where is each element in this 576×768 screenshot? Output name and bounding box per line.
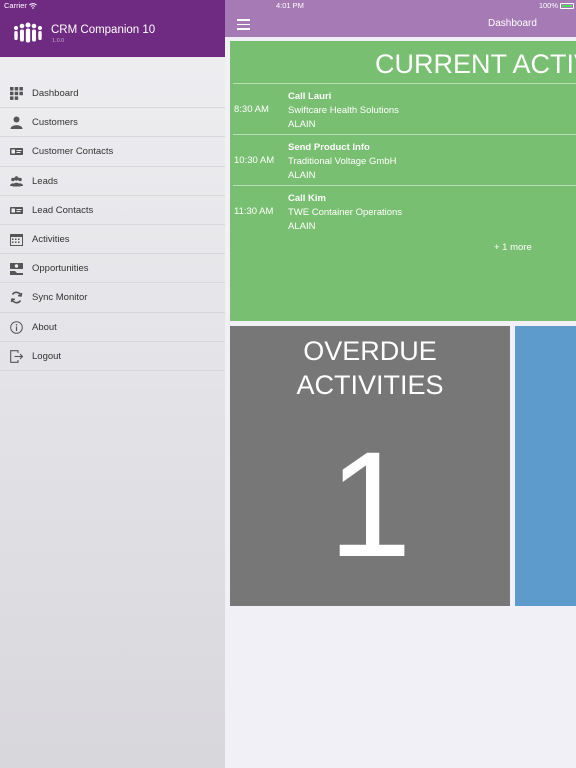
logout-icon <box>10 349 23 363</box>
battery-icon <box>560 2 574 9</box>
sidebar-item-dashboard[interactable]: Dashboard <box>0 79 225 109</box>
sidebar-item-sync-monitor[interactable]: Sync Monitor <box>0 283 225 313</box>
sidebar-item-label: Activities <box>32 233 70 245</box>
activity-title: Call Lauri <box>288 91 332 102</box>
activity-row[interactable]: 10:30 AM Send Product Info Traditional V… <box>233 134 576 185</box>
sidebar-item-leads[interactable]: Leads <box>0 167 225 196</box>
activity-row[interactable]: 8:30 AM Call Lauri Swiftcare Health Solu… <box>233 83 576 134</box>
current-activities-tile[interactable]: CURRENT ACTIVITIES 8:30 AM Call Lauri Sw… <box>230 41 576 321</box>
person-icon <box>10 116 23 130</box>
battery-percent: 100% <box>538 1 558 10</box>
sync-icon <box>10 291 23 304</box>
sidebar-item-label: Customer Contacts <box>32 146 114 158</box>
activity-company: Swiftcare Health Solutions <box>288 105 399 116</box>
sidebar-item-label: Lead Contacts <box>32 204 94 216</box>
status-bar: Carrier 4:01 PM 100% <box>0 0 576 11</box>
carrier-label: Carrier <box>4 1 27 10</box>
overdue-title-line1: OVERDUE <box>303 336 437 366</box>
sidebar-item-customer-contacts[interactable]: Customer Contacts <box>0 137 225 167</box>
activity-company: Traditional Voltage GmbH <box>288 156 397 167</box>
sidebar-item-label: Logout <box>32 350 62 362</box>
page-title: Dashboard <box>488 18 537 29</box>
money-icon <box>10 263 23 276</box>
sidebar-item-label: Opportunities <box>32 263 89 275</box>
activity-user: ALAIN <box>288 221 316 232</box>
sidebar-item-label: Leads <box>32 175 58 187</box>
sidebar: CRM Companion 10 1.0.0 Dashboard Custome… <box>0 0 225 768</box>
info-icon <box>10 320 23 334</box>
sidebar-item-label: About <box>32 321 57 333</box>
contact-card-icon <box>10 206 23 214</box>
sidebar-item-lead-contacts[interactable]: Lead Contacts <box>0 196 225 225</box>
sidebar-menu: Dashboard Customers Customer Contacts Le… <box>0 79 225 371</box>
sidebar-item-about[interactable]: About <box>0 313 225 342</box>
activity-user: ALAIN <box>288 170 316 181</box>
app-title: CRM Companion 10 <box>51 24 156 36</box>
overdue-activities-title: OVERDUE ACTIVITIES <box>230 334 510 402</box>
status-time: 4:01 PM <box>276 1 304 10</box>
activity-title: Call Kim <box>288 193 327 204</box>
hamburger-menu-icon[interactable] <box>237 19 250 30</box>
activity-time: 10:30 AM <box>234 155 275 166</box>
sidebar-item-logout[interactable]: Logout <box>0 342 225 371</box>
activity-time: 11:30 AM <box>234 206 274 217</box>
sidebar-item-label: Dashboard <box>32 88 79 99</box>
sidebar-item-label: Customers <box>32 117 78 129</box>
overdue-count: 1 <box>328 420 412 588</box>
wifi-icon <box>29 2 37 9</box>
current-activities-title: CURRENT ACTIVITIES <box>375 49 576 79</box>
grid-icon <box>10 87 23 100</box>
overdue-title-line2: ACTIVITIES <box>296 370 444 400</box>
calendar-icon <box>10 233 23 246</box>
group-icon <box>10 175 23 187</box>
main-content: Dashboard CURRENT ACTIVITIES 8:30 AM Cal… <box>225 0 576 768</box>
more-activities-link[interactable]: + 1 more <box>494 242 532 253</box>
sidebar-item-activities[interactable]: Activities <box>0 225 225 255</box>
activity-time: 8:30 AM <box>234 104 269 115</box>
battery-indicator: 100% <box>539 1 574 10</box>
activity-row[interactable]: 11:30 AM Call Kim TWE Container Operatio… <box>233 185 576 236</box>
people-logo-icon <box>14 22 42 43</box>
sidebar-item-customers[interactable]: Customers <box>0 108 225 138</box>
activity-title: Send Product Info <box>288 142 370 153</box>
carrier-indicator: Carrier <box>4 1 37 10</box>
app-version: 1.0.0 <box>52 38 65 44</box>
overdue-activities-tile[interactable]: OVERDUE ACTIVITIES 1 <box>230 326 510 606</box>
activity-user: ALAIN <box>288 119 316 130</box>
contact-card-icon <box>10 148 23 156</box>
activity-company: TWE Container Operations <box>288 207 403 218</box>
sidebar-item-label: Sync Monitor <box>32 292 88 304</box>
dashboard-tile-partial[interactable] <box>515 326 576 606</box>
sidebar-item-opportunities[interactable]: Opportunities <box>0 254 225 284</box>
